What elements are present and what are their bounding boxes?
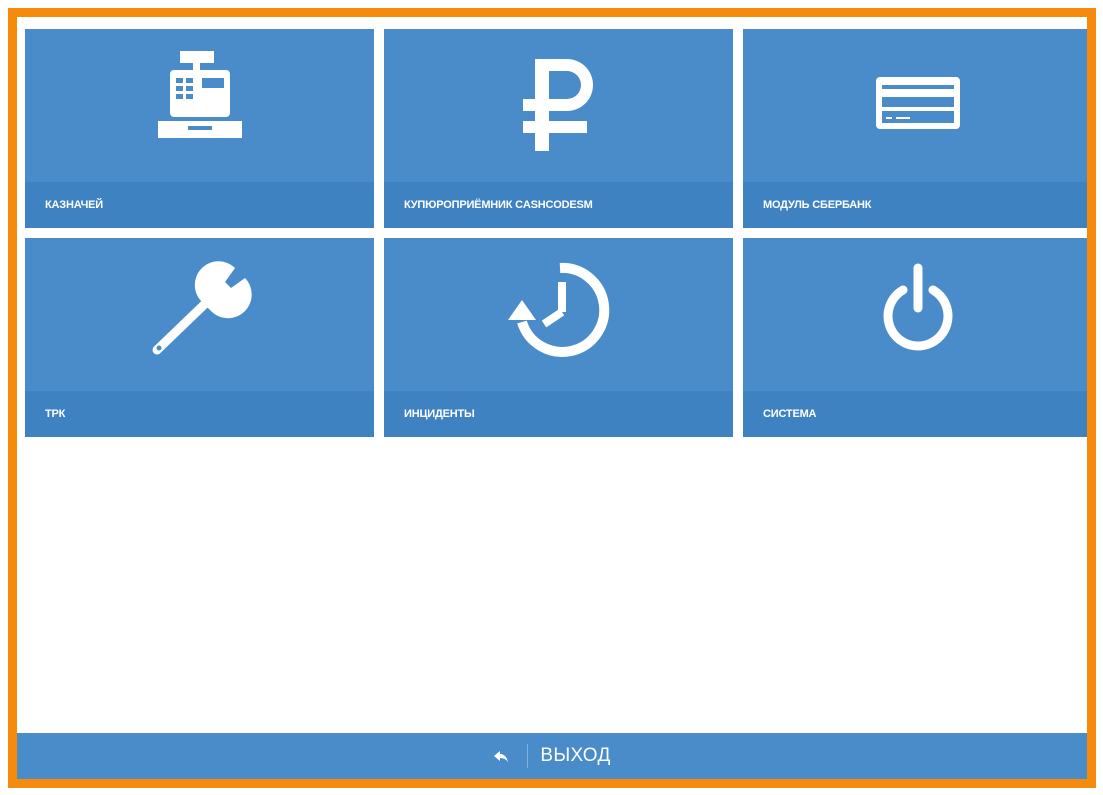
tile-label-bar: ТРК [25,391,374,437]
wrench-icon [152,261,252,355]
reply-arrow-icon [494,751,509,762]
exit-button[interactable]: ВЫХОД [493,733,610,779]
history-icon [507,262,609,357]
cash-register-icon [157,51,242,138]
tile-label: МОДУЛЬ СБЕРБАНК [763,199,872,211]
footer-bar: ВЫХОД [17,733,1087,779]
tile-label: КАЗНАЧЕЙ [45,199,103,211]
app-frame: КАЗНАЧЕЙ КУПЮРОПРИЁМНИК CASHCODESM МОДУЛ… [8,8,1096,788]
tile-label-bar: КАЗНАЧЕЙ [25,182,374,228]
tile-label: ИНЦИДЕНТЫ [404,408,475,420]
tile-treasurer[interactable]: КАЗНАЧЕЙ [25,29,374,228]
tile-label-bar: КУПЮРОПРИЁМНИК CASHCODESM [384,182,733,228]
tile-label: СИСТЕМА [763,408,817,420]
tile-grid: КАЗНАЧЕЙ КУПЮРОПРИЁМНИК CASHCODESM МОДУЛ… [25,29,1087,437]
tile-fuel-dispenser[interactable]: ТРК [25,238,374,437]
exit-separator [527,744,529,768]
tile-system[interactable]: СИСТЕМА [743,238,1087,437]
tile-incidents[interactable]: ИНЦИДЕНТЫ [384,238,733,437]
ruble-icon [522,59,593,151]
tile-label: КУПЮРОПРИЁМНИК CASHCODESM [404,199,593,211]
tile-label-bar: ИНЦИДЕНТЫ [384,391,733,437]
power-icon [883,263,952,351]
tile-label-bar: МОДУЛЬ СБЕРБАНК [743,182,1087,228]
exit-label: ВЫХОД [540,745,611,766]
tile-label: ТРК [45,408,66,420]
credit-card-icon [875,77,960,129]
tile-bill-acceptor[interactable]: КУПЮРОПРИЁМНИК CASHCODESM [384,29,733,228]
tile-label-bar: СИСТЕМА [743,391,1087,437]
tile-sberbank-module[interactable]: МОДУЛЬ СБЕРБАНК [743,29,1087,228]
